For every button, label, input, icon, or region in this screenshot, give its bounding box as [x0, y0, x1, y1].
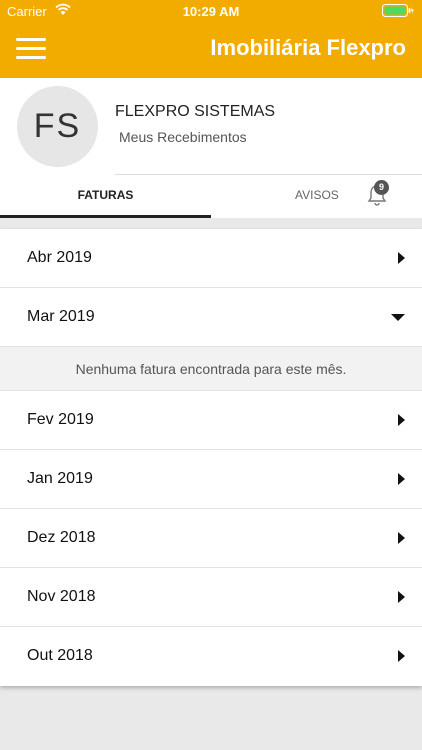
- chevron-right-icon: [398, 650, 405, 662]
- month-label: Dez 2018: [27, 529, 96, 546]
- month-list: Abr 2019 Mar 2019 Nenhuma fatura encontr…: [0, 229, 422, 686]
- battery-icon: [382, 4, 414, 20]
- app-title: Imobiliária Flexpro: [210, 35, 406, 60]
- divider: [115, 174, 422, 175]
- month-row-fev-2019[interactable]: Fev 2019: [0, 391, 422, 450]
- month-label: Out 2018: [27, 647, 93, 664]
- status-time: 10:29 AM: [182, 4, 240, 19]
- hamburger-icon[interactable]: [16, 38, 46, 60]
- month-row-mar-2019[interactable]: Mar 2019: [0, 288, 422, 347]
- month-row-nov-2018[interactable]: Nov 2018: [0, 568, 422, 627]
- month-row-jan-2019[interactable]: Jan 2019: [0, 450, 422, 509]
- profile-subtitle: Meus Recebimentos: [119, 129, 247, 145]
- tab-indicator: [0, 215, 211, 218]
- month-row-abr-2019[interactable]: Abr 2019: [0, 229, 422, 288]
- profile-name: FLEXPRO SISTEMAS: [115, 103, 276, 120]
- avatar: FS: [17, 86, 98, 167]
- profile-card: FS FLEXPRO SISTEMAS Meus Recebimentos FA…: [0, 78, 422, 218]
- tab-faturas-label: FATURAS: [77, 188, 134, 202]
- status-bar: Carrier 10:29 AM: [0, 0, 422, 22]
- app-header: Carrier 10:29 AM Imobiliária Flexpro: [0, 0, 422, 78]
- chevron-right-icon: [398, 473, 405, 485]
- chevron-right-icon: [398, 252, 405, 264]
- tab-avisos-label: AVISOS: [295, 188, 339, 202]
- notification-badge: 9: [374, 180, 389, 195]
- tab-faturas[interactable]: FATURAS: [0, 188, 211, 202]
- month-row-dez-2018[interactable]: Dez 2018: [0, 509, 422, 568]
- chevron-right-icon: [398, 591, 405, 603]
- chevron-down-icon: [391, 314, 405, 321]
- chevron-right-icon: [398, 532, 405, 544]
- empty-message: Nenhuma fatura encontrada para este mês.: [0, 347, 422, 391]
- month-row-out-2018[interactable]: Out 2018: [0, 627, 422, 686]
- chevron-right-icon: [398, 414, 405, 426]
- month-label: Abr 2019: [27, 249, 92, 266]
- month-label: Jan 2019: [27, 470, 93, 487]
- month-label: Mar 2019: [27, 308, 95, 325]
- month-label: Fev 2019: [27, 411, 94, 428]
- month-label: Nov 2018: [27, 588, 96, 605]
